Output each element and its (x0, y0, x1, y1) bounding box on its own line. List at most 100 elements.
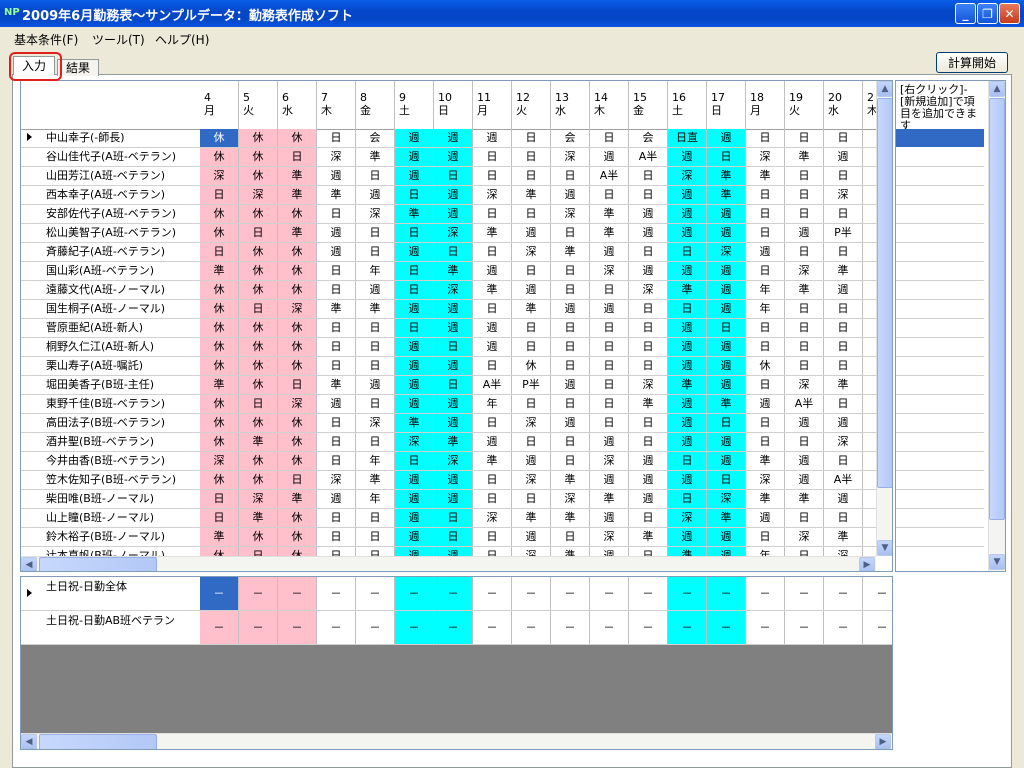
side-row[interactable] (896, 205, 984, 224)
shift-cell[interactable]: 準 (551, 547, 590, 556)
shift-cell[interactable]: 休 (512, 357, 551, 375)
shift-cell[interactable]: 日 (785, 319, 824, 337)
shift-cell[interactable] (863, 224, 877, 242)
shift-cell[interactable]: 休 (200, 338, 239, 356)
shift-cell[interactable] (863, 509, 877, 527)
summary-grid[interactable]: 土日祝-日勤全体－－－－－－－－－－－－－－－－－－土日祝-日勤AB班ベテラン－… (20, 576, 893, 750)
shift-cell[interactable]: 日 (629, 338, 668, 356)
shift-cell[interactable]: 日 (239, 300, 278, 318)
shift-cell[interactable]: 日 (551, 224, 590, 242)
shift-grid[interactable]: 4 月 5 火 6 水 7 木 8 金 9 土 10 日 11 月 12 火 13 水 14 木 15 金 16 土 17 日 18 月 1… (20, 80, 893, 572)
shift-cell[interactable]: 日 (629, 357, 668, 375)
shift-cell[interactable]: 週 (668, 205, 707, 223)
staff-row[interactable]: 中山幸子(-師長) 休休休日会週週週日会日会日直週日日日 (21, 129, 877, 148)
shift-cell[interactable]: 準 (785, 490, 824, 508)
shift-cell[interactable]: 週 (707, 224, 746, 242)
shift-cell[interactable]: 休 (239, 243, 278, 261)
shift-cell[interactable]: 深 (785, 262, 824, 280)
shift-cell[interactable]: 準 (473, 281, 512, 299)
shift-cell[interactable]: 日 (746, 414, 785, 432)
shift-cell[interactable]: 日 (512, 129, 551, 147)
shift-cell[interactable]: 週 (395, 471, 434, 489)
shift-cell[interactable]: 週 (395, 528, 434, 546)
shift-cell[interactable]: 深 (356, 414, 395, 432)
scroll-right-button[interactable]: ▶ (875, 734, 891, 749)
shift-cell[interactable]: 休 (278, 129, 317, 147)
shift-cell[interactable]: 年 (356, 490, 395, 508)
shift-cell[interactable]: 日 (356, 433, 395, 451)
grid-horizontal-scrollbar[interactable]: ◀ ▶ (21, 556, 876, 571)
shift-cell[interactable]: 休 (239, 357, 278, 375)
minimize-button[interactable]: _ (955, 3, 976, 24)
shift-cell[interactable]: 準 (395, 414, 434, 432)
shift-cell[interactable]: 週 (512, 224, 551, 242)
shift-cell[interactable]: 週 (824, 490, 863, 508)
shift-cell[interactable]: 週 (824, 148, 863, 166)
shift-cell[interactable]: 日 (395, 319, 434, 337)
menu-basic-conditions[interactable]: 基本条件(F) (14, 31, 78, 48)
summary-cell[interactable]: － (434, 611, 473, 644)
summary-cell[interactable]: － (707, 611, 746, 644)
shift-cell[interactable] (863, 433, 877, 451)
shift-cell[interactable]: 日 (317, 262, 356, 280)
shift-cell[interactable]: 週 (668, 224, 707, 242)
shift-cell[interactable]: 週 (629, 224, 668, 242)
shift-cell[interactable]: 日 (590, 357, 629, 375)
shift-cell[interactable]: 深 (200, 452, 239, 470)
shift-cell[interactable]: 日 (707, 414, 746, 432)
staff-row[interactable]: 西本幸子(A班-ベテラン) 日深準準週日週深準週日日週準日日深 (21, 186, 877, 205)
shift-cell[interactable]: 深 (239, 186, 278, 204)
shift-cell[interactable]: 深 (395, 433, 434, 451)
shift-cell[interactable]: 日 (785, 205, 824, 223)
shift-cell[interactable]: 日 (746, 262, 785, 280)
summary-cell[interactable]: － (434, 577, 473, 610)
shift-cell[interactable]: 休 (200, 300, 239, 318)
shift-cell[interactable]: 週 (590, 243, 629, 261)
shift-cell[interactable]: 休 (200, 129, 239, 147)
staff-row[interactable]: 斉藤紀子(A班-ベテラン) 日休休週日週日日深準週日日深週日日 (21, 243, 877, 262)
shift-cell[interactable]: 準 (785, 281, 824, 299)
shift-cell[interactable]: 週 (746, 509, 785, 527)
shift-cell[interactable]: 日 (200, 243, 239, 261)
shift-cell[interactable]: 日 (785, 300, 824, 318)
shift-cell[interactable]: 休 (239, 167, 278, 185)
summary-row[interactable]: 土日祝-日勤AB班ベテラン－－－－－－－－－－－－－－－－－－ (21, 611, 892, 645)
shift-cell[interactable]: 週 (551, 376, 590, 394)
shift-cell[interactable]: 休 (239, 452, 278, 470)
shift-cell[interactable]: 週 (434, 148, 473, 166)
shift-cell[interactable]: 深 (746, 148, 785, 166)
shift-cell[interactable]: 日 (356, 395, 395, 413)
shift-cell[interactable]: 週 (434, 357, 473, 375)
side-selected-row[interactable] (896, 129, 984, 147)
shift-cell[interactable]: 準 (707, 395, 746, 413)
shift-cell[interactable]: 日 (824, 205, 863, 223)
shift-cell[interactable]: 日 (356, 243, 395, 261)
shift-cell[interactable]: 日 (785, 243, 824, 261)
shift-cell[interactable]: 日 (590, 338, 629, 356)
shift-cell[interactable]: 休 (278, 319, 317, 337)
shift-cell[interactable]: A半 (473, 376, 512, 394)
shift-cell[interactable]: 日 (512, 262, 551, 280)
shift-cell[interactable]: 日 (317, 433, 356, 451)
shift-cell[interactable]: 週 (707, 547, 746, 556)
shift-cell[interactable]: 休 (239, 528, 278, 546)
shift-cell[interactable]: 準 (278, 490, 317, 508)
shift-cell[interactable]: 日 (356, 319, 395, 337)
shift-cell[interactable]: 日 (473, 167, 512, 185)
shift-cell[interactable]: 週 (668, 186, 707, 204)
summary-cell[interactable]: － (785, 611, 824, 644)
shift-cell[interactable]: 週 (707, 205, 746, 223)
scroll-thumb[interactable] (39, 557, 157, 571)
shift-cell[interactable]: 週 (434, 547, 473, 556)
staff-row[interactable]: 東野千佳(B班-ベテラン) 休日深週日週週年日日日準週準週 A半日 (21, 395, 877, 414)
shift-cell[interactable]: 週 (317, 224, 356, 242)
shift-cell[interactable]: 深 (707, 243, 746, 261)
shift-cell[interactable]: 日 (785, 186, 824, 204)
shift-cell[interactable]: 準 (317, 376, 356, 394)
shift-cell[interactable]: 日 (473, 205, 512, 223)
shift-cell[interactable]: 週 (434, 490, 473, 508)
shift-cell[interactable]: 週 (707, 300, 746, 318)
shift-cell[interactable] (863, 357, 877, 375)
shift-cell[interactable]: 休 (200, 281, 239, 299)
shift-cell[interactable]: 週 (434, 205, 473, 223)
